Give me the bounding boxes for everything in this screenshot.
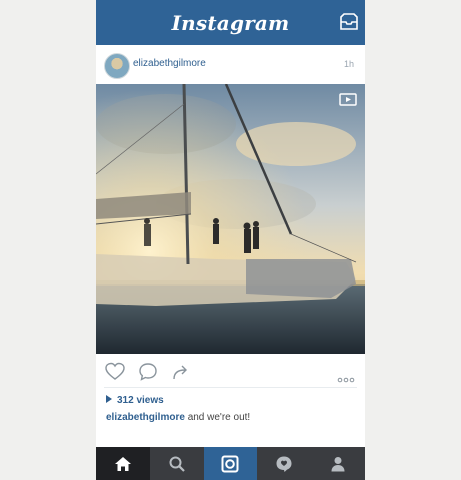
- view-count[interactable]: 312 views: [106, 395, 164, 406]
- profile-icon: [331, 456, 345, 471]
- more-icon[interactable]: [337, 370, 355, 383]
- tab-camera[interactable]: [203, 447, 258, 480]
- post-video[interactable]: [96, 84, 365, 354]
- tab-profile[interactable]: [311, 447, 365, 480]
- video-camera-icon: [339, 93, 357, 106]
- app-logo: Instagram: [171, 10, 290, 35]
- post-time: 1h: [343, 59, 354, 69]
- comment-icon[interactable]: [138, 362, 158, 382]
- top-bar: Instagram: [96, 0, 365, 45]
- bottom-tab-bar: [96, 447, 365, 480]
- play-icon: [106, 395, 112, 404]
- tab-activity[interactable]: [257, 447, 312, 480]
- inbox-icon[interactable]: [339, 13, 359, 31]
- phone-screen: Instagram elizabethgilmore 1h 312 views …: [96, 0, 365, 480]
- divider: [104, 387, 357, 388]
- heart-icon[interactable]: [105, 362, 125, 382]
- post-username[interactable]: elizabethgilmore: [133, 58, 206, 69]
- view-count-label: 312 views: [117, 395, 164, 406]
- tab-search[interactable]: [149, 447, 204, 480]
- caption-username[interactable]: elizabethgilmore: [106, 412, 185, 423]
- tab-home[interactable]: [96, 447, 150, 480]
- avatar[interactable]: [104, 53, 130, 79]
- post-header: elizabethgilmore 1h: [96, 45, 365, 84]
- share-icon[interactable]: [171, 362, 191, 382]
- home-icon: [114, 456, 131, 471]
- post-caption: elizabethgilmore and we're out!: [106, 412, 250, 423]
- search-icon: [169, 456, 185, 472]
- caption-text: and we're out!: [187, 412, 251, 423]
- camera-icon: [221, 455, 239, 472]
- post-actions: [96, 354, 365, 388]
- activity-icon: [276, 456, 292, 472]
